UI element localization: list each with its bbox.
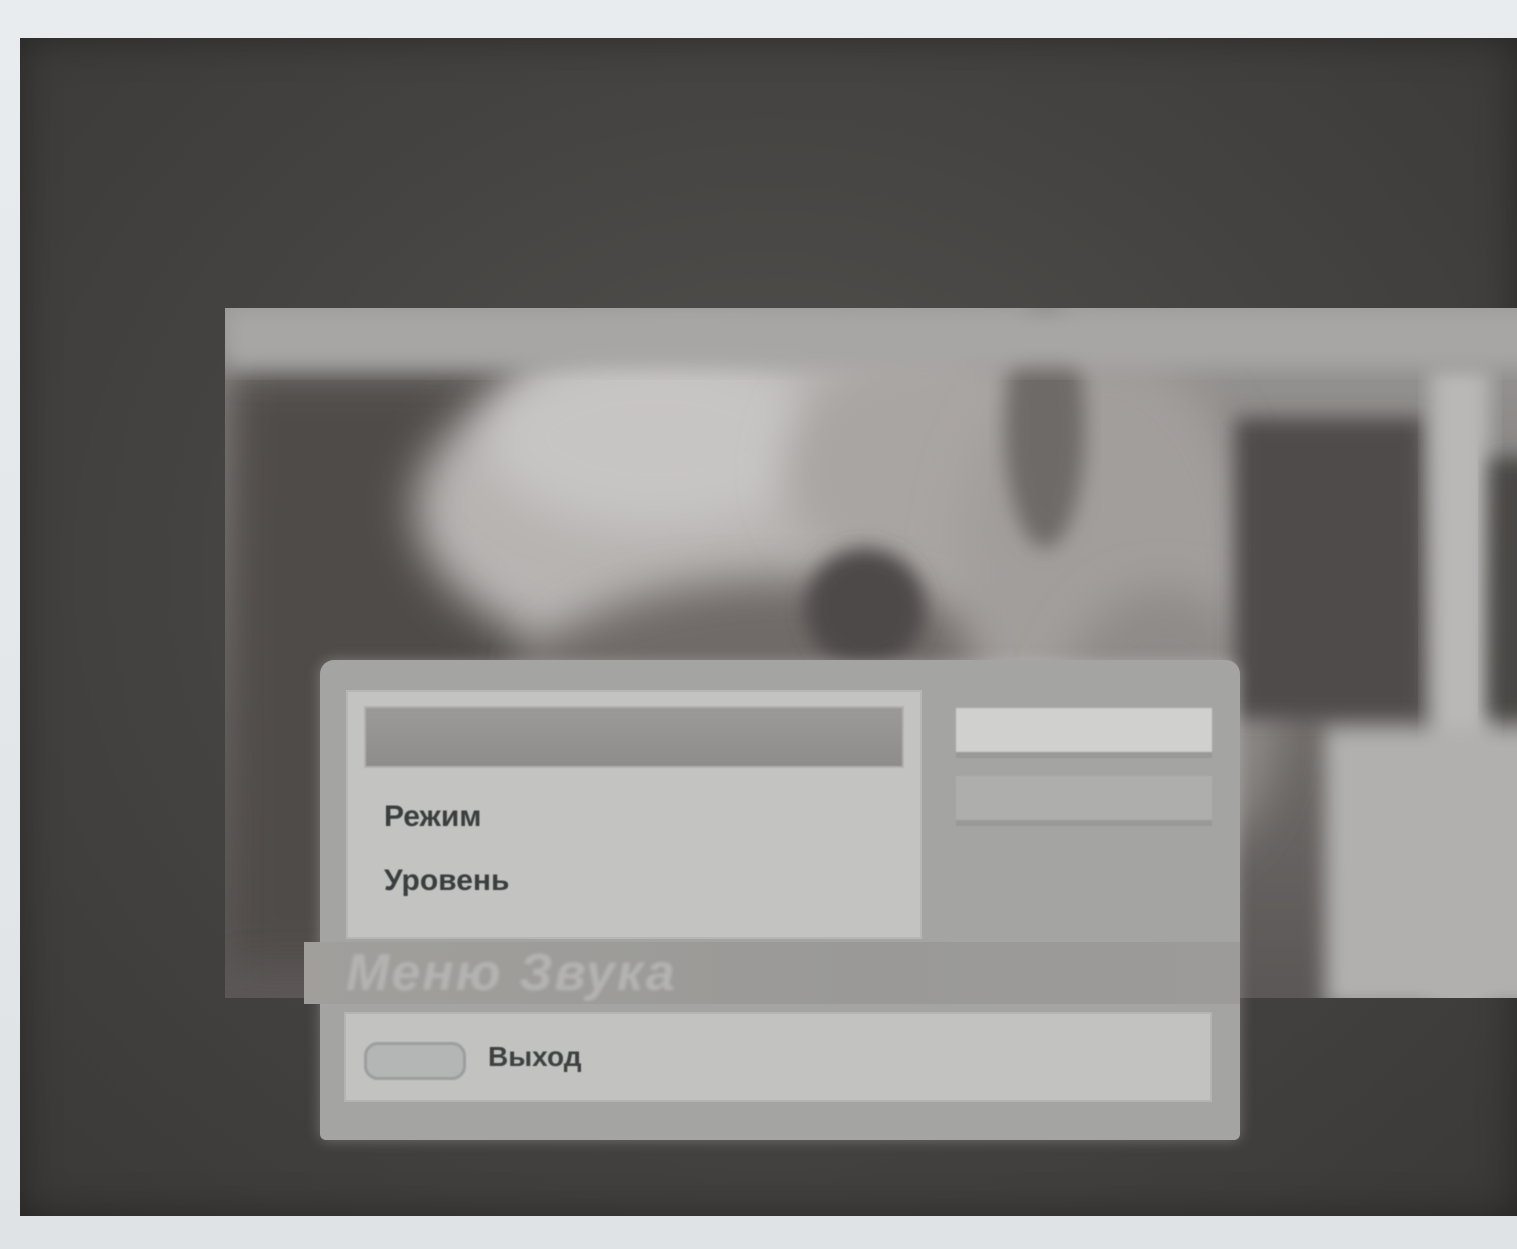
- menu-item-mode[interactable]: Режим: [364, 786, 904, 848]
- value-field-1: [956, 708, 1212, 758]
- menu-item-level[interactable]: Уровень: [364, 850, 904, 912]
- value-field-3: [956, 844, 1212, 888]
- sound-menu-panel: Режим Уровень Меню Звука Выход: [304, 660, 1240, 1140]
- value-field-2: [956, 776, 1212, 826]
- menu-item-list: Режим Уровень: [346, 690, 922, 939]
- remote-button-icon: [364, 1042, 466, 1080]
- menu-value-column: [956, 708, 1212, 906]
- menu-item-selected[interactable]: [364, 706, 904, 768]
- menu-footer: Выход: [344, 1012, 1212, 1102]
- menu-title-band: Меню Звука: [304, 942, 1240, 1004]
- menu-title: Меню Звука: [346, 944, 677, 1002]
- exit-label[interactable]: Выход: [488, 1014, 582, 1100]
